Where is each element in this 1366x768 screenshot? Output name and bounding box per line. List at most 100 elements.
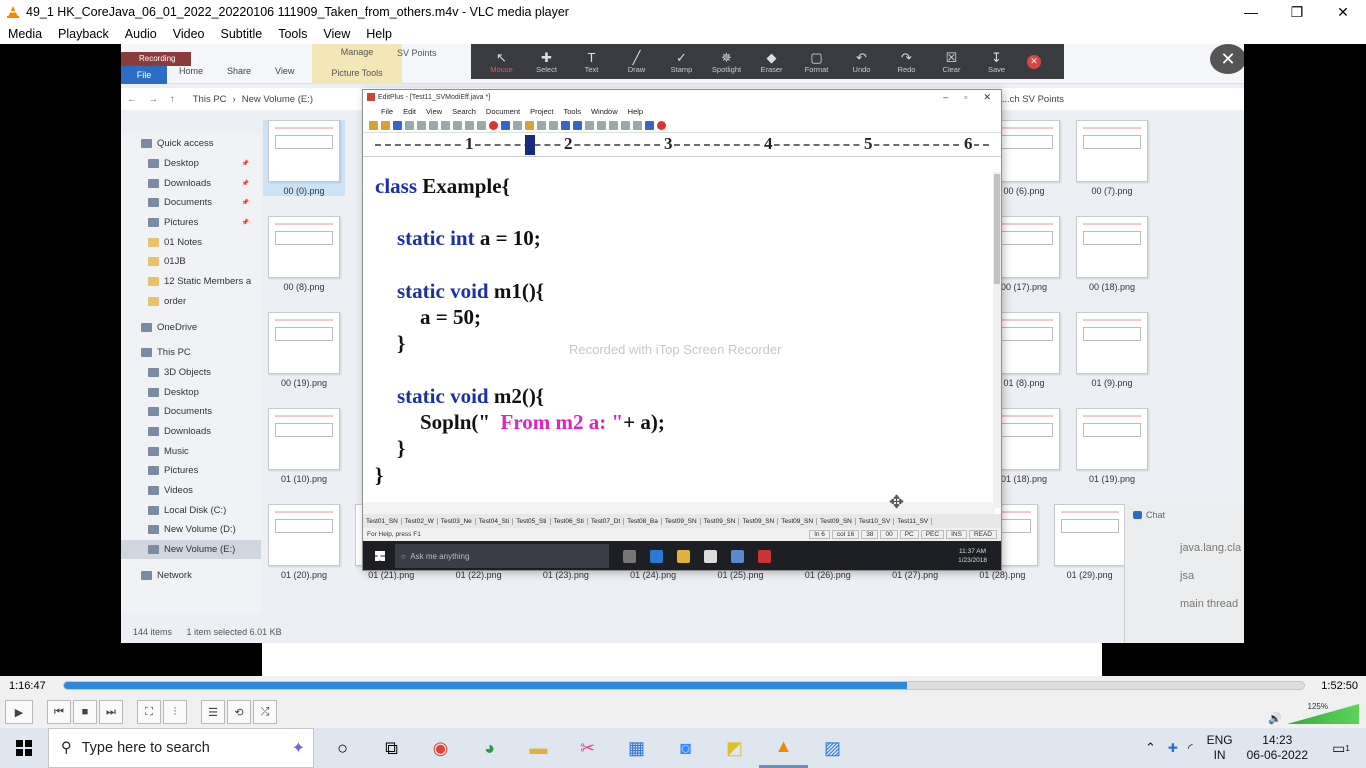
select-icon: ✚ [541, 49, 552, 65]
manage-label: Manage [340, 47, 374, 57]
sidebar-item: Music [121, 441, 261, 461]
editplus-task-icon [758, 549, 771, 563]
sidebar-item: 12 Static Members a [121, 272, 261, 292]
task-view-icon[interactable]: ⧉ [367, 728, 416, 768]
speaker-icon[interactable]: 🔊 [1268, 712, 1282, 725]
editplus-title: EditPlus - [Test11_SVModiEff.java *] [378, 93, 491, 101]
thumbnail-caption: 01 (29).png [1066, 570, 1113, 580]
ribbon-manage: Manage Picture Tools [312, 44, 402, 84]
equalizer-icon: ⫶ [173, 705, 177, 718]
chrome-icon[interactable]: ◕ [465, 728, 514, 768]
previous-button[interactable]: ⏮ [47, 700, 71, 724]
fullscreen-button[interactable]: ⛶ [137, 700, 161, 724]
sidebar-item: Pictures [121, 461, 261, 481]
vlc-task-icon[interactable]: ▲ [759, 728, 808, 768]
window-title: 49_1 HK_CoreJava_06_01_2022_20220106 111… [26, 5, 569, 19]
minimize-button[interactable]: — [1228, 0, 1274, 24]
chevron-up-icon[interactable]: ⌃ [1145, 740, 1156, 756]
seek-bar[interactable] [63, 681, 1305, 690]
plus-icon[interactable]: ✚ [1168, 741, 1178, 755]
cascade-icon [633, 120, 642, 130]
store-icon[interactable]: ▦ [612, 728, 661, 768]
start-button[interactable] [0, 728, 48, 768]
photos-icon[interactable]: ▨ [808, 728, 857, 768]
menu-video[interactable]: Video [165, 27, 213, 41]
thumbnail-caption: 01 (23).png [542, 570, 589, 580]
editplus-status-field: 38 [861, 530, 879, 539]
editplus-menu-item: Search [452, 106, 476, 116]
next-button[interactable]: ⏭ [99, 700, 123, 724]
code-line: } [397, 331, 406, 355]
stop-button[interactable]: ■ [73, 700, 97, 724]
menu-tools[interactable]: Tools [270, 27, 315, 41]
annotation-toolbar: ↖ Mouse ✚ Select T Text ╱ Draw ✓ Stamp ✵ Spotl… [471, 44, 1064, 79]
code-line: static int a = 10; [397, 226, 541, 250]
menu-help[interactable]: Help [358, 27, 400, 41]
ribbon-tab-home: Home [179, 66, 204, 76]
drive-icon [148, 367, 159, 377]
taskbar-search[interactable]: ⚲ Type here to search ✦ [48, 728, 314, 768]
thumbnail-caption: 01 (9).png [1091, 378, 1133, 388]
editplus-menu-item: Project [530, 106, 554, 116]
play-button[interactable]: ▶ [5, 700, 33, 724]
maximize-button[interactable]: ❐ [1274, 0, 1320, 24]
ann-tool-text: T Text [584, 49, 599, 74]
clock[interactable]: 14:23 06-06-2022 [1247, 733, 1308, 763]
shuffle-button[interactable]: ⤮ [253, 700, 277, 724]
code-editor[interactable]: class Example{ static int a = 10; static… [375, 174, 985, 504]
chat-icon [1133, 511, 1142, 519]
thumbnail-caption: 00 (19).png [280, 378, 328, 388]
ann-tool-redo: ↷ Redo [897, 49, 916, 74]
menu-view[interactable]: View [315, 27, 358, 41]
file-explorer-icon[interactable]: ▬ [514, 728, 563, 768]
explorer-sidebar: Quick access Desktop Downloads Documents Pic… [121, 134, 261, 614]
ribbon-tab-view: View [275, 66, 295, 76]
sticky-notes-icon[interactable]: ◩ [710, 728, 759, 768]
ruler-mark: 1 [464, 134, 475, 154]
drive-icon [141, 322, 152, 332]
sidebar-item: Desktop [121, 154, 261, 174]
editplus-menu-item: File [381, 106, 394, 116]
menu-playback[interactable]: Playback [50, 27, 117, 41]
stop-icon [657, 120, 666, 130]
zoom-icon[interactable]: ◙ [661, 728, 710, 768]
close-button[interactable]: ✕ [1320, 0, 1366, 24]
sidebar-item-label: Downloads [164, 425, 211, 437]
ruler-icon [585, 120, 594, 130]
inner-taskbar: ○ Ask me anything 11:37 AM 1/23/2018 [363, 541, 1001, 570]
video-area[interactable]: Recording File Home Share View Manage Pi… [0, 44, 1366, 676]
chat-panel: Chat java.lang.cla jsa main thread [1124, 504, 1244, 643]
annotation-strip [262, 643, 1102, 676]
sidebar-item-label: New Volume (D:) [164, 524, 236, 536]
extended-settings-button[interactable]: ⫶ [163, 700, 187, 724]
thumbnail-caption: 00 (17).png [1000, 282, 1048, 292]
menu-media[interactable]: Media [0, 27, 50, 41]
thumbnail-caption: 01 (10).png [280, 474, 328, 484]
sidebar-item-label: Videos [164, 485, 193, 497]
sidebar-item-label: Desktop [164, 386, 199, 398]
editplus-file-tab: Test08_Ba [624, 517, 662, 525]
menu-subtitle[interactable]: Subtitle [213, 27, 271, 41]
menu-audio[interactable]: Audio [117, 27, 165, 41]
language-indicator[interactable]: ENG IN [1207, 733, 1233, 763]
replace-icon [537, 120, 546, 130]
image-thumbnail [1053, 504, 1126, 566]
code-line: static void m2(){ [397, 384, 545, 408]
drive-icon [148, 426, 159, 436]
notification-icon[interactable]: ▭ 1 [1326, 740, 1356, 757]
edge-icon [650, 549, 663, 563]
ruler-mark: 2 [563, 134, 574, 154]
cortana-icon[interactable]: ○ [318, 728, 367, 768]
playlist-button[interactable]: ☰ [201, 700, 225, 724]
snipping-tool-icon[interactable]: ✂ [563, 728, 612, 768]
editplus-toolbar [363, 118, 1001, 133]
sidebar-item-label: 3D Objects [164, 366, 211, 378]
image-thumbnail [268, 504, 340, 566]
record-app-icon[interactable]: ◉ [416, 728, 465, 768]
loop-button[interactable]: ⟲ [227, 700, 251, 724]
wifi-icon[interactable]: ◜ [1188, 741, 1193, 755]
sidebar-item-label: New Volume (E:) [164, 544, 236, 556]
total-time: 1:52:50 [1321, 680, 1358, 692]
chat-message: main thread [1180, 598, 1239, 610]
editplus-menu-item: Document [485, 106, 521, 116]
